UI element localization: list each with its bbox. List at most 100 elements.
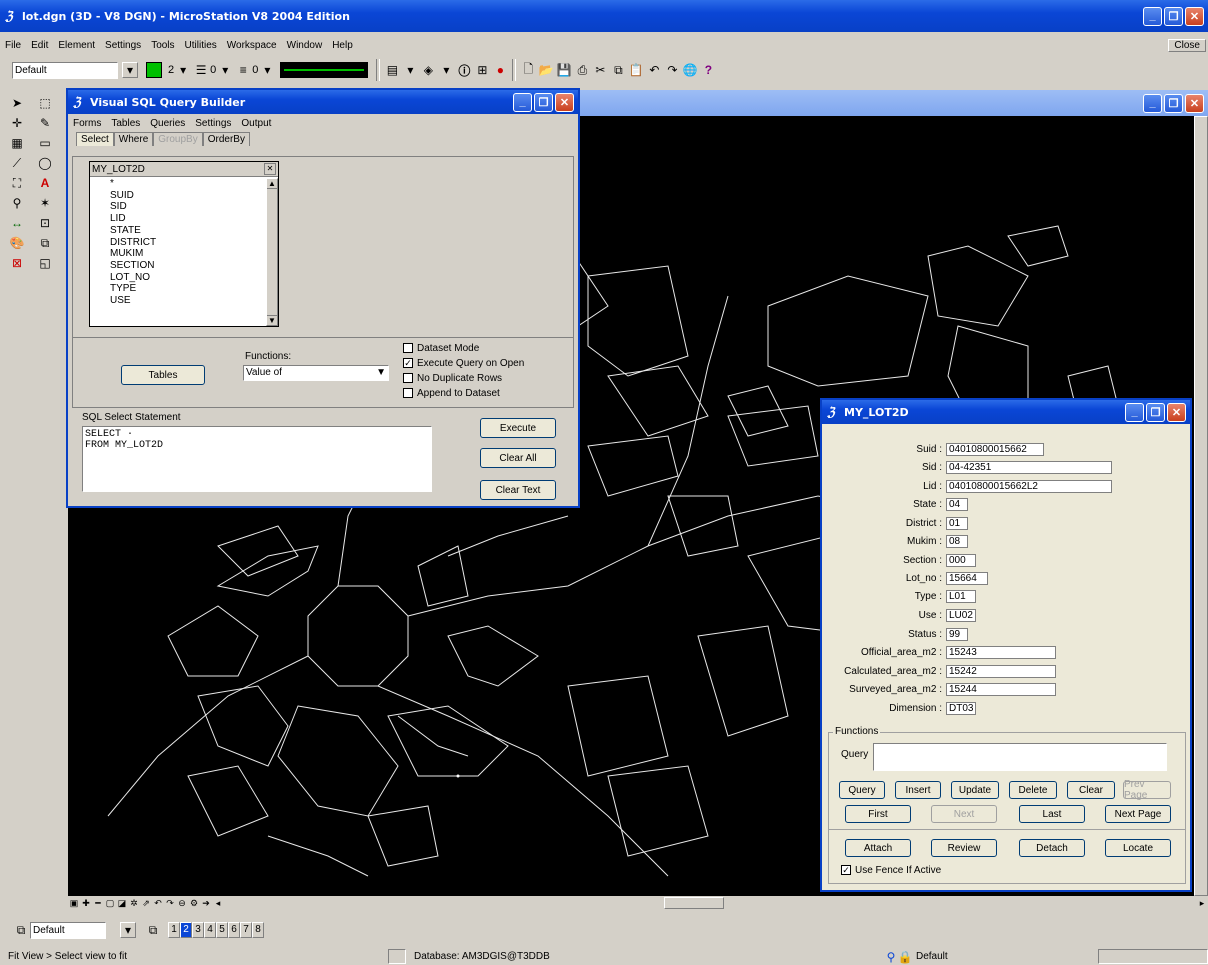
rotate-view-icon[interactable]: ✲ — [128, 897, 140, 909]
list-item[interactable]: STATE — [110, 225, 156, 237]
view-button-4[interactable]: 4 — [204, 922, 216, 938]
info-icon[interactable]: ⓘ — [455, 61, 473, 79]
menu-utilities[interactable]: Utilities — [180, 40, 222, 51]
view-group-combo[interactable]: Default — [30, 921, 106, 939]
next-page-button[interactable]: Next Page — [1105, 805, 1171, 823]
chevron-down-icon[interactable]: ▾ — [216, 61, 234, 79]
view-button-1[interactable]: 1 — [168, 922, 180, 938]
fence-icon[interactable]: ⬚ — [36, 94, 54, 112]
form-close-button[interactable]: ✕ — [1167, 402, 1186, 422]
menu-help[interactable]: Help — [327, 40, 358, 51]
section-input[interactable]: 000 — [946, 553, 976, 567]
chevron-down-icon[interactable]: ▾ — [437, 61, 455, 79]
use-input[interactable]: LU02 — [946, 608, 976, 622]
suid-input[interactable]: 04010800015662 — [946, 442, 1044, 456]
lid-input[interactable]: 04010800015662L2 — [946, 479, 1112, 493]
zoom-in-icon[interactable]: ✚ — [80, 897, 92, 909]
dimension-input[interactable]: DT03 — [946, 701, 976, 715]
close-doc-button[interactable]: Close — [1168, 38, 1206, 52]
line-preview[interactable] — [280, 62, 369, 78]
sql-menu-tables[interactable]: Tables — [106, 118, 145, 129]
list-item[interactable]: SECTION — [110, 260, 156, 272]
locate-button[interactable]: Locate — [1105, 839, 1171, 857]
layers-icon[interactable]: ◈ — [419, 61, 437, 79]
form-minimize-button[interactable]: _ — [1125, 402, 1144, 422]
option-dataset-mode[interactable]: Dataset Mode — [403, 341, 524, 356]
point-icon[interactable]: ⚲ — [8, 194, 26, 212]
tab-groupby[interactable]: GroupBy — [153, 132, 203, 146]
view-icon[interactable]: ◱ — [36, 254, 54, 272]
dataset-mode-checkbox[interactable] — [403, 343, 413, 354]
menu-workspace[interactable]: Workspace — [222, 40, 282, 51]
district-input[interactable]: 01 — [946, 516, 968, 530]
rectangle-icon[interactable]: ▭ — [36, 134, 54, 152]
lot-no-input[interactable]: 15664 — [946, 571, 988, 585]
delete-button[interactable]: Delete — [1009, 781, 1057, 799]
view-button-6[interactable]: 6 — [228, 922, 240, 938]
copy-icon[interactable]: ⧉ — [609, 61, 627, 79]
tables-button[interactable]: Tables — [121, 365, 205, 385]
sql-menu-output[interactable]: Output — [236, 118, 276, 129]
redo-icon[interactable]: ↷ — [663, 61, 681, 79]
tab-where[interactable]: Where — [113, 132, 154, 146]
query-input[interactable] — [873, 743, 1167, 771]
query-button[interactable]: Query — [839, 781, 885, 799]
view-minimize-button[interactable]: _ — [1143, 93, 1162, 113]
cut-icon[interactable]: ✂ — [591, 61, 609, 79]
scroll-right-icon[interactable]: ▸ — [1196, 897, 1208, 909]
line-style-icon[interactable]: ☰ — [192, 61, 210, 79]
mukim-input[interactable]: 08 — [946, 534, 968, 548]
window-area-icon[interactable]: ▢ — [104, 897, 116, 909]
view-button-8[interactable]: 8 — [252, 922, 264, 938]
help-icon[interactable]: ? — [699, 61, 717, 79]
sql-menu-settings[interactable]: Settings — [190, 118, 236, 129]
element-select-icon[interactable]: ▤ — [383, 61, 401, 79]
globe-icon[interactable]: 🌐 — [681, 61, 699, 79]
execute-button[interactable]: Execute — [480, 418, 556, 438]
table-columns-listbox[interactable]: MY_LOT2D ✕ * SUID SID LID STATE DISTRICT… — [89, 161, 279, 327]
insert-button[interactable]: Insert — [895, 781, 941, 799]
use-fence-checkbox[interactable]: ✓ — [841, 865, 851, 876]
snap-status-icon[interactable]: ⚲ — [884, 950, 898, 964]
sql-maximize-button[interactable]: ❐ — [534, 92, 553, 112]
clear-all-button[interactable]: Clear All — [480, 448, 556, 468]
view-maximize-button[interactable]: ❐ — [1164, 93, 1183, 113]
snap-icon[interactable]: ⊞ — [473, 61, 491, 79]
delete-element-icon[interactable]: ⊠ — [8, 254, 26, 272]
pan-view-icon[interactable]: ⇗ — [140, 897, 152, 909]
first-button[interactable]: First — [845, 805, 911, 823]
option-no-duplicates[interactable]: No Duplicate Rows — [403, 371, 524, 386]
tab-select[interactable]: Select — [76, 132, 114, 146]
menu-window[interactable]: Window — [282, 40, 328, 51]
listbox-scrollbar[interactable]: ▲ ▼ — [266, 178, 278, 326]
record-icon[interactable]: ● — [491, 61, 509, 79]
append-dataset-checkbox[interactable] — [403, 388, 413, 399]
snap-point-icon[interactable]: ✶ — [36, 194, 54, 212]
option-execute-on-open[interactable]: ✓ Execute Query on Open — [403, 356, 524, 371]
sql-statement-textarea[interactable]: SELECT · FROM MY_LOT2D — [82, 426, 432, 492]
modify-icon[interactable]: ✎ — [36, 114, 54, 132]
tag-icon[interactable]: ⊡ — [36, 214, 54, 232]
list-item[interactable]: MUKIM — [110, 248, 156, 260]
open-folder-icon[interactable]: 📂 — [537, 61, 555, 79]
cell-icon[interactable]: ▦ — [8, 134, 26, 152]
surveyed-area-input[interactable]: 15244 — [946, 682, 1056, 696]
list-item[interactable]: LID — [110, 213, 156, 225]
type-input[interactable]: L01 — [946, 589, 976, 603]
chevron-down-icon[interactable]: ▾ — [174, 61, 192, 79]
review-button[interactable]: Review — [931, 839, 997, 857]
view-groups-icon[interactable]: ⧉ — [12, 921, 30, 939]
menu-tools[interactable]: Tools — [146, 40, 179, 51]
execute-on-open-checkbox[interactable]: ✓ — [403, 358, 413, 369]
clear-button[interactable]: Clear — [1067, 781, 1115, 799]
use-fence-option[interactable]: ✓ Use Fence If Active — [841, 865, 941, 876]
functions-select[interactable]: Value of ▼ — [243, 365, 389, 381]
copy-element-icon[interactable]: ⧉ — [36, 234, 54, 252]
close-button[interactable]: ✕ — [1185, 6, 1204, 26]
new-file-icon[interactable]: 🗋 — [519, 61, 537, 79]
prev-page-button[interactable]: Prev Page — [1123, 779, 1171, 801]
option-append-dataset[interactable]: Append to Dataset — [403, 386, 524, 401]
listbox-close-icon[interactable]: ✕ — [264, 163, 276, 175]
official-area-input[interactable]: 15243 — [946, 645, 1056, 659]
combo-dropdown-icon[interactable]: ▾ — [122, 62, 138, 78]
